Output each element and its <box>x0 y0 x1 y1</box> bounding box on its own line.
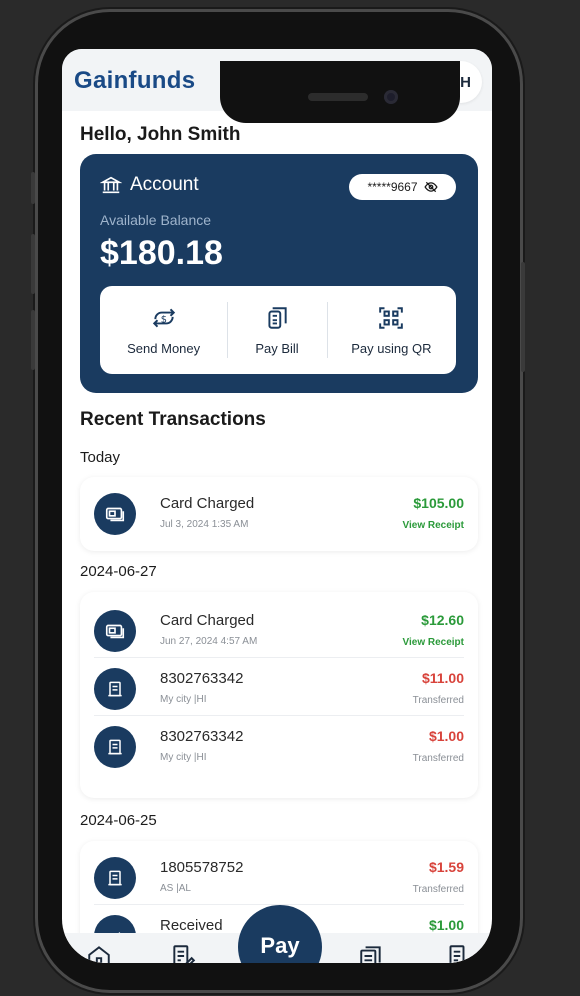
transaction-status: Transferred <box>412 884 464 895</box>
bills-icon[interactable] <box>358 943 384 963</box>
balance-label: Available Balance <box>100 212 212 228</box>
home-icon[interactable] <box>86 943 112 963</box>
recent-transactions-title: Recent Transactions <box>80 409 266 430</box>
transaction-title: Card Charged <box>160 495 255 512</box>
transaction-row[interactable]: 8302763342 My city |HI $11.00 Transferre… <box>94 658 464 716</box>
mute-switch <box>31 172 35 204</box>
pay-bill-button[interactable]: Pay Bill <box>227 286 326 374</box>
transaction-amount: $11.00 <box>421 670 464 686</box>
send-money-icon: $ <box>152 308 175 327</box>
pay-bill-icon <box>268 306 287 329</box>
transaction-location: My city |HI <box>160 752 207 763</box>
transaction-row[interactable]: Card Charged Jun 27, 2024 4:57 AM $12.60… <box>94 600 464 658</box>
receipt-icon <box>94 726 136 768</box>
view-receipt-link[interactable]: View Receipt <box>402 520 464 531</box>
send-money-button[interactable]: $ Send Money <box>100 286 227 374</box>
transaction-amount: $1.00 <box>428 917 464 933</box>
transaction-date: Jul 3, 2024 1:35 AM <box>160 519 249 530</box>
group-label-date: 2024-06-27 <box>80 563 157 580</box>
notch <box>220 61 460 123</box>
eye-off-icon <box>423 181 438 193</box>
edit-document-icon[interactable] <box>170 943 196 963</box>
transaction-amount: $12.60 <box>421 612 464 628</box>
pay-bill-label: Pay Bill <box>255 340 299 356</box>
transaction-group-today: Card Charged Jul 3, 2024 1:35 AM $105.00… <box>80 477 478 551</box>
receipt-icon <box>94 857 136 899</box>
greeting-text: Hello, John Smith <box>80 124 241 145</box>
quick-actions: $ Send Money Pay Bill Pay using QR <box>100 286 456 374</box>
transaction-location: My city |HI <box>160 694 207 705</box>
transaction-status: Transferred <box>412 695 464 706</box>
transaction-row[interactable]: Card Charged Jul 3, 2024 1:35 AM $105.00… <box>94 483 464 541</box>
transaction-title: 1805578752 <box>160 859 244 876</box>
account-number-toggle[interactable]: *****9667 <box>349 174 456 200</box>
transaction-title: Card Charged <box>160 612 255 629</box>
group-label-today: Today <box>80 449 121 466</box>
pay-qr-button[interactable]: Pay using QR <box>326 286 456 374</box>
volume-down-button <box>31 310 35 370</box>
bank-icon <box>100 176 122 194</box>
power-button <box>521 262 525 372</box>
account-title: Account <box>100 174 199 196</box>
masked-account-number: *****9667 <box>367 180 418 194</box>
front-camera <box>384 90 398 104</box>
transaction-amount: $105.00 <box>413 495 464 511</box>
account-title-label: Account <box>130 174 199 195</box>
volume-up-button <box>31 234 35 294</box>
receipt-icon <box>94 668 136 710</box>
transaction-location: AS |AL <box>160 883 191 894</box>
balance-value: $180.18 <box>100 234 223 272</box>
transaction-amount: $1.59 <box>428 859 464 875</box>
group-label-date: 2024-06-25 <box>80 812 157 829</box>
receipt-nav-icon[interactable] <box>444 943 470 963</box>
pay-qr-label: Pay using QR <box>351 340 432 356</box>
transaction-date: Jun 27, 2024 4:57 AM <box>160 636 258 647</box>
svg-text:$: $ <box>160 314 166 325</box>
transaction-status: Transferred <box>412 753 464 764</box>
transaction-title: 8302763342 <box>160 728 244 745</box>
speaker <box>308 93 368 101</box>
transaction-row[interactable]: 1805578752 AS |AL $1.59 Transferred <box>94 847 464 905</box>
account-card: Account *****9667 Available Balance $180… <box>80 154 478 393</box>
transaction-row[interactable]: 8302763342 My city |HI $1.00 Transferred <box>94 716 464 774</box>
transaction-title: 8302763342 <box>160 670 244 687</box>
view-receipt-link[interactable]: View Receipt <box>402 637 464 648</box>
send-money-label: Send Money <box>127 340 201 356</box>
transaction-amount: $1.00 <box>428 728 464 744</box>
app-logo: Gainfunds <box>74 67 196 94</box>
transaction-title: Received <box>160 917 223 934</box>
qr-icon <box>379 306 404 329</box>
transaction-group-2024-06-27: Card Charged Jun 27, 2024 4:57 AM $12.60… <box>80 592 478 798</box>
card-icon <box>94 610 136 652</box>
app-screen: Gainfunds TH Hello, John Smith Account *… <box>62 49 492 963</box>
card-icon <box>94 493 136 535</box>
